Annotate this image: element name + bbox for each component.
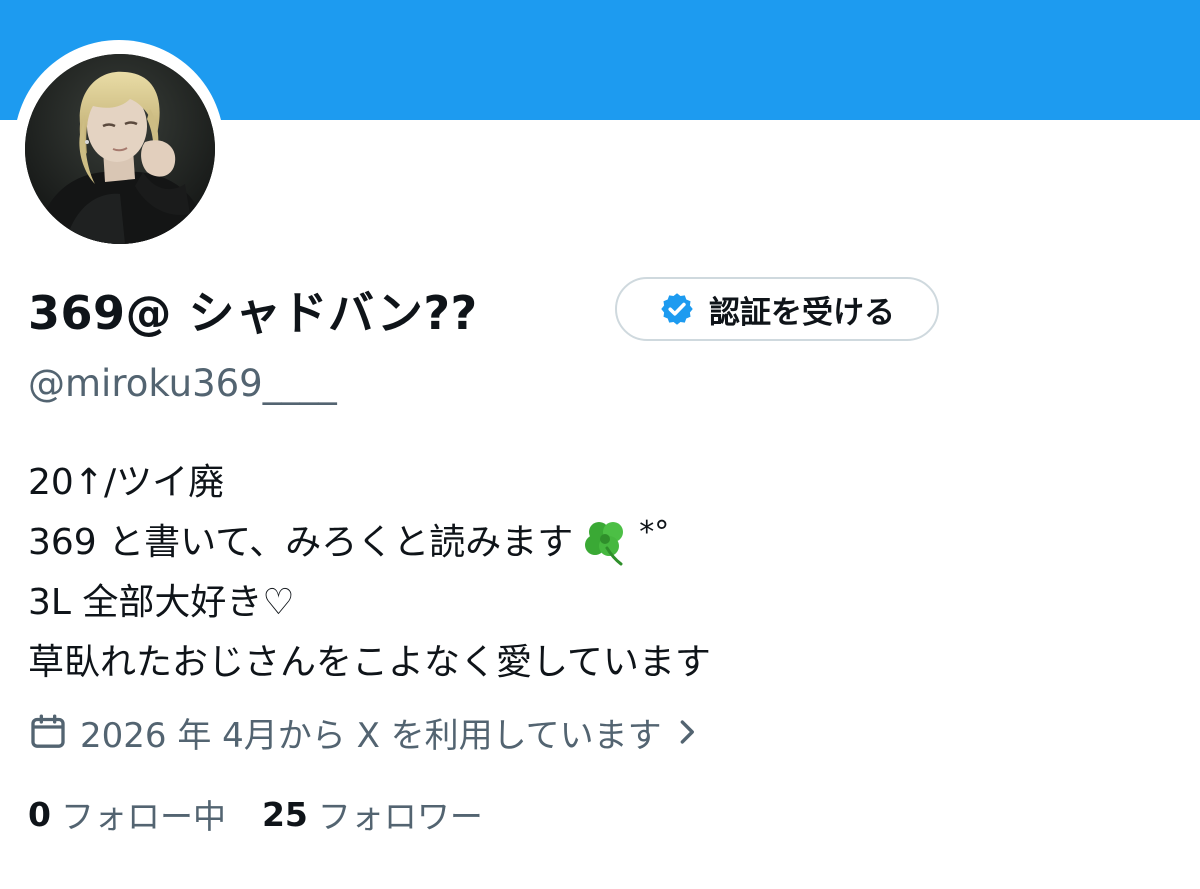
chevron-right-icon [680,720,694,744]
bio-line-3: 3L 全部大好き♡ [28,582,295,623]
following-count: 0 [28,794,51,834]
followers-link[interactable]: 25 フォロワー [262,790,483,838]
display-name: 369@ シャドバン?? [28,286,478,340]
profile-bio: 20↑/ツイ廃 369 と書いて、みろくと読みます *° 3L 全部大好き♡ 草… [28,453,711,693]
following-link[interactable]: 0 フォロー中 [28,790,226,838]
bio-line-2-suffix: *° [639,515,670,550]
avatar-image [25,54,215,244]
followers-count: 25 [261,794,308,834]
calendar-icon [31,714,65,748]
verified-badge-icon [661,293,693,325]
follow-stats: 0 フォロー中 25 フォロワー [28,790,519,838]
bio-line-2: 369 と書いて、みろくと読みます *° [28,513,711,573]
get-verified-label: 認証を受ける [709,294,895,331]
username-handle: @miroku369____ [28,362,337,405]
joined-date-link[interactable]: 2026 年 4月から X を利用しています [28,707,702,757]
joined-date-text: 2026 年 4月から X を利用しています [80,715,662,756]
display-name-row: 369@ シャドバン?? [28,272,478,348]
bio-line-1: 20↑/ツイ廃 [28,462,225,503]
bio-line-2-text: 369 と書いて、みろくと読みます [28,522,574,563]
get-verified-button[interactable]: 認証を受ける [615,277,939,341]
following-label: フォロー中 [60,797,226,836]
followers-label: フォロワー [317,797,483,836]
four-leaf-clover-icon [585,522,624,566]
avatar[interactable] [25,54,215,244]
bio-line-4: 草臥れたおじさんをこよなく愛しています [28,642,711,683]
